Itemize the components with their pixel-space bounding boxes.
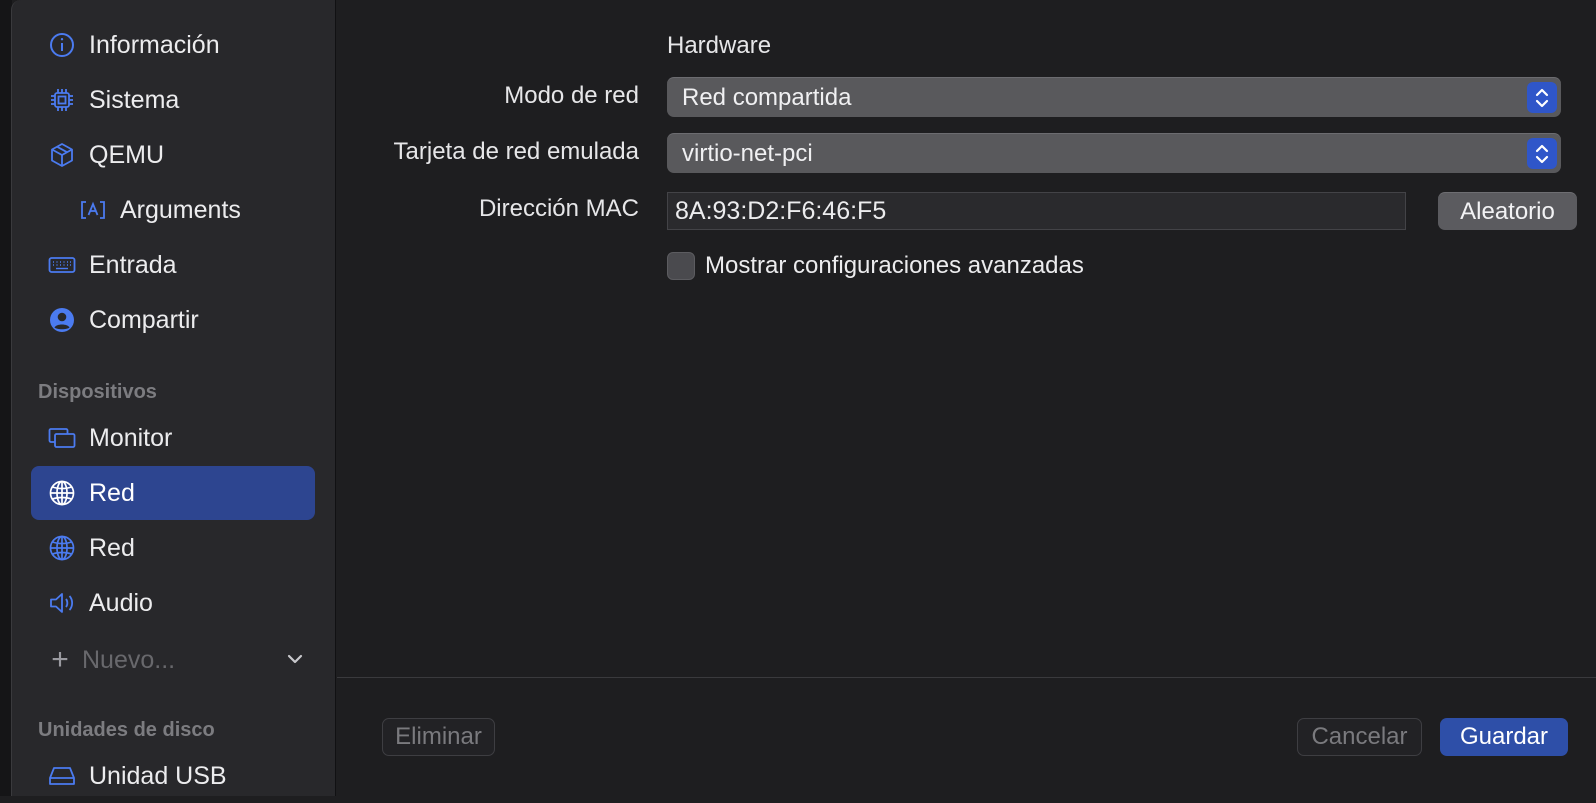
sidebar-item-entrada[interactable]: Entrada bbox=[31, 238, 315, 292]
sidebar-item-sistema[interactable]: Sistema bbox=[31, 73, 315, 127]
network-mode-value: Red compartida bbox=[682, 83, 852, 111]
updown-chevron-icon bbox=[1527, 138, 1557, 169]
sidebar-item-audio[interactable]: Audio bbox=[31, 576, 315, 630]
drive-icon bbox=[47, 761, 77, 791]
mac-address-label: Dirección MAC bbox=[478, 195, 639, 222]
sidebar-item-informacion[interactable]: Información bbox=[31, 18, 315, 72]
sidebar-item-compartir[interactable]: Compartir bbox=[31, 293, 315, 347]
globe-icon bbox=[47, 478, 77, 508]
network-mode-label: Modo de red bbox=[504, 82, 639, 109]
sidebar-item-label: Red bbox=[89, 478, 135, 507]
footer-divider bbox=[337, 677, 1596, 678]
save-button[interactable]: Guardar bbox=[1440, 718, 1568, 756]
delete-button[interactable]: Eliminar bbox=[382, 718, 495, 756]
new-device-popup[interactable]: + Nuevo... bbox=[46, 640, 316, 680]
chevron-down-icon bbox=[284, 648, 306, 670]
emulated-card-popup[interactable]: virtio-net-pci bbox=[667, 133, 1561, 173]
plus-icon: + bbox=[51, 643, 69, 676]
cpu-chip-icon bbox=[47, 85, 77, 115]
sidebar-item-label: Monitor bbox=[89, 423, 173, 452]
globe-icon bbox=[47, 533, 77, 563]
new-device-label: Nuevo... bbox=[82, 645, 176, 674]
sidebar-item-monitor[interactable]: Monitor bbox=[31, 411, 315, 465]
cancel-button[interactable]: Cancelar bbox=[1297, 718, 1422, 756]
speaker-icon bbox=[47, 588, 77, 618]
keyboard-icon bbox=[47, 250, 77, 280]
sidebar-item-label: Audio bbox=[89, 588, 153, 617]
sidebar-item-label: Arguments bbox=[120, 195, 241, 224]
emulated-card-label: Tarjeta de red emulada bbox=[393, 138, 639, 165]
sidebar-item-label: Red bbox=[89, 533, 135, 562]
network-mode-popup[interactable]: Red compartida bbox=[667, 77, 1561, 117]
main-panel: Hardware Modo de red Red compartida Tarj… bbox=[337, 0, 1596, 796]
sidebar-item-qemu[interactable]: QEMU bbox=[31, 128, 315, 182]
cube-icon bbox=[47, 140, 77, 170]
sidebar-item-label: Unidad USB bbox=[89, 761, 227, 790]
sidebar-item-red-selected[interactable]: Red bbox=[31, 466, 315, 520]
drives-header: Unidades de disco bbox=[38, 719, 215, 741]
sidebar-item-label: Información bbox=[89, 30, 220, 59]
mac-address-field[interactable]: 8A:93:D2:F6:46:F5 bbox=[667, 192, 1406, 230]
random-mac-button[interactable]: Aleatorio bbox=[1438, 192, 1577, 230]
sidebar-item-label: Sistema bbox=[89, 85, 180, 114]
advanced-settings-row: Mostrar configuraciones avanzadas bbox=[667, 252, 1084, 280]
sidebar-item-arguments[interactable]: Arguments bbox=[62, 183, 315, 237]
sidebar-item-unidad-usb[interactable]: Unidad USB bbox=[31, 749, 315, 803]
emulated-card-value: virtio-net-pci bbox=[682, 139, 813, 167]
info-circle-icon bbox=[47, 30, 77, 60]
advanced-settings-checkbox[interactable] bbox=[667, 252, 695, 280]
sidebar-item-red[interactable]: Red bbox=[31, 521, 315, 575]
person-circle-icon bbox=[47, 305, 77, 335]
advanced-settings-label[interactable]: Mostrar configuraciones avanzadas bbox=[705, 252, 1084, 280]
text-box-icon bbox=[78, 195, 108, 225]
section-title: Hardware bbox=[667, 32, 772, 59]
devices-header: Dispositivos bbox=[38, 381, 157, 403]
sidebar-item-label: QEMU bbox=[89, 140, 164, 169]
updown-chevron-icon bbox=[1527, 82, 1557, 113]
sidebar-item-label: Entrada bbox=[89, 250, 177, 279]
sidebar: Información Sistema QEMU Arguments Entra… bbox=[11, 0, 336, 796]
sidebar-item-label: Compartir bbox=[89, 305, 199, 334]
display-icon bbox=[47, 423, 77, 453]
